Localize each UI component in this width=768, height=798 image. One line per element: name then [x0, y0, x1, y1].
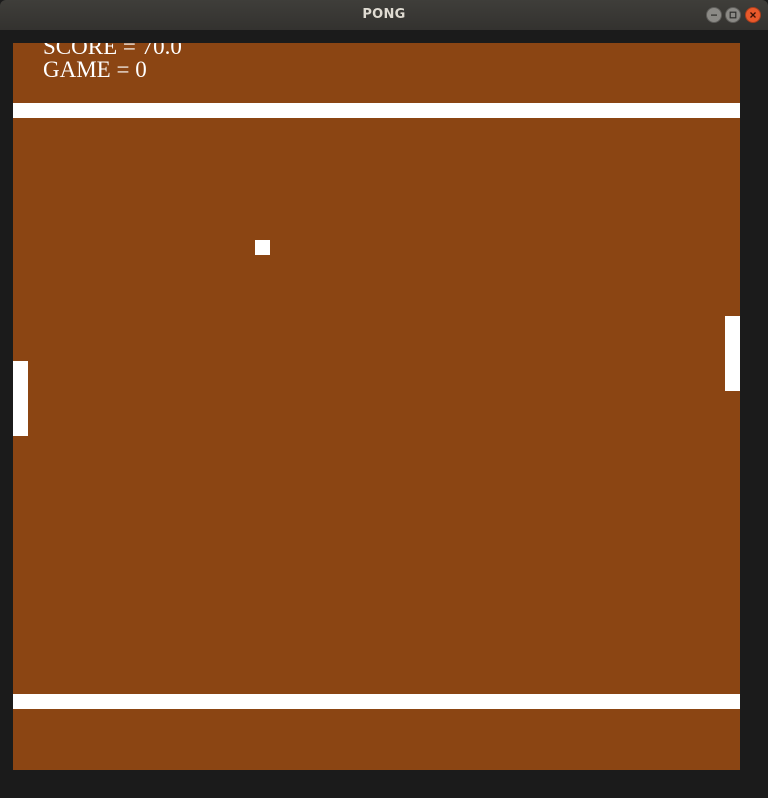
maximize-button[interactable]: [725, 7, 741, 23]
top-wall: [13, 103, 740, 118]
minimize-button[interactable]: [706, 7, 722, 23]
ball: [255, 240, 270, 255]
game-field[interactable]: SCORE = 70.0 GAME = 0: [13, 43, 740, 770]
score-label: SCORE = 70.0: [43, 43, 182, 59]
close-icon: [750, 12, 756, 18]
pong-window: PONG SCORE = 70.0 GAME = 0: [0, 0, 768, 798]
window-title: PONG: [362, 7, 406, 22]
title-bar[interactable]: PONG: [0, 0, 768, 30]
maximize-icon: [729, 11, 737, 19]
game-label: GAME = 0: [43, 57, 147, 82]
left-paddle: [13, 361, 28, 436]
close-button[interactable]: [745, 7, 761, 23]
minimize-icon: [711, 14, 717, 16]
right-paddle: [725, 316, 740, 391]
hud: SCORE = 70.0 GAME = 0: [43, 43, 182, 81]
bottom-wall: [13, 694, 740, 709]
